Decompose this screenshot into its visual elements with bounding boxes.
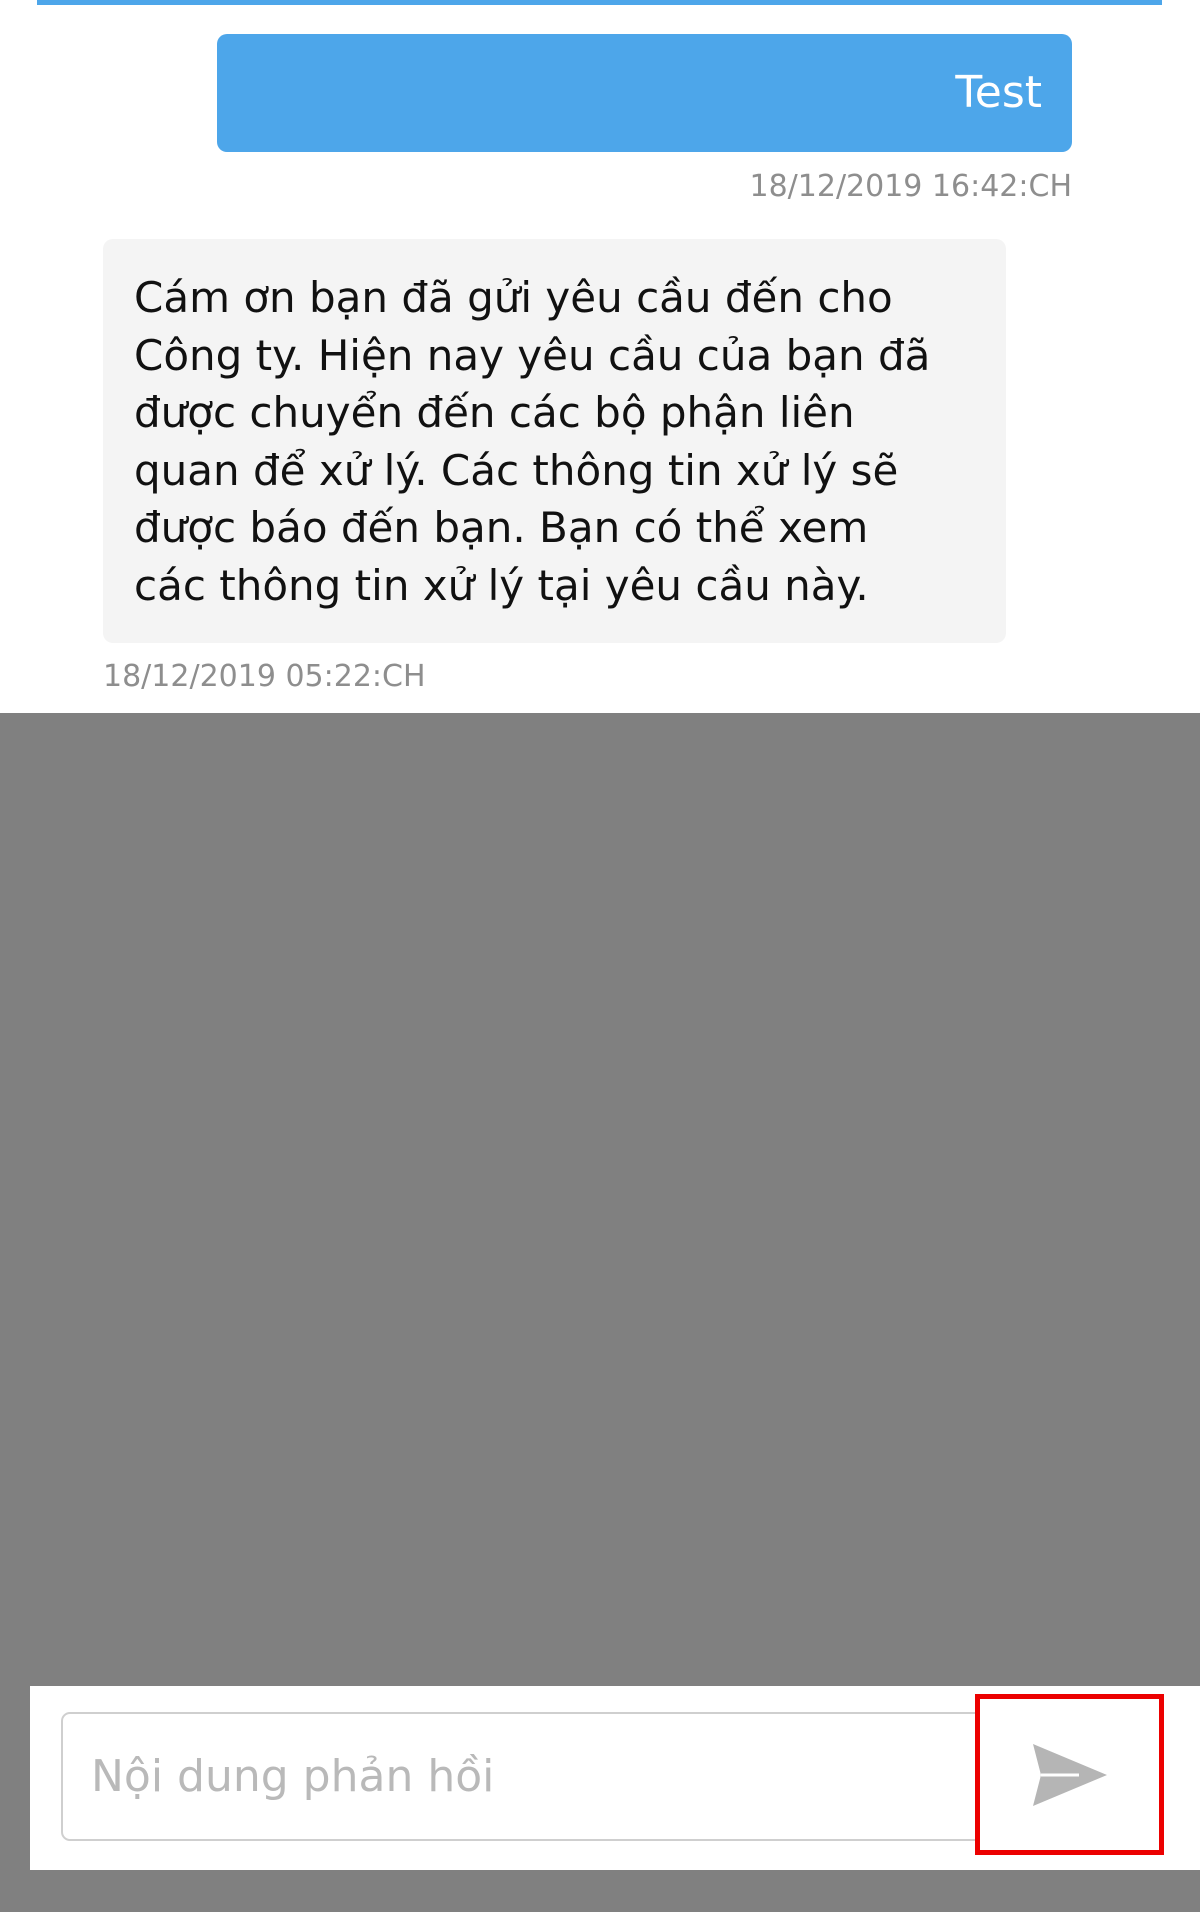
received-message-timestamp: 18/12/2019 05:22:CH (103, 659, 426, 694)
header-accent-line (37, 0, 1162, 5)
send-icon (1032, 1743, 1107, 1806)
chat-screen: Test 18/12/2019 16:42:CH Cám ơn bạn đã g… (0, 0, 1200, 1912)
message-list[interactable]: Test 18/12/2019 16:42:CH Cám ơn bạn đã g… (0, 0, 1200, 713)
reply-input[interactable] (61, 1712, 990, 1841)
send-button[interactable] (975, 1694, 1164, 1855)
sent-message-text: Test (955, 67, 1042, 118)
received-message-bubble: Cám ơn bạn đã gửi yêu cầu đến cho Công t… (103, 239, 1006, 643)
sent-message-bubble: Test (217, 34, 1072, 152)
reply-bar (30, 1686, 1200, 1870)
sent-message-timestamp: 18/12/2019 16:42:CH (749, 169, 1072, 204)
received-message-text: Cám ơn bạn đã gửi yêu cầu đến cho Công t… (134, 273, 931, 610)
